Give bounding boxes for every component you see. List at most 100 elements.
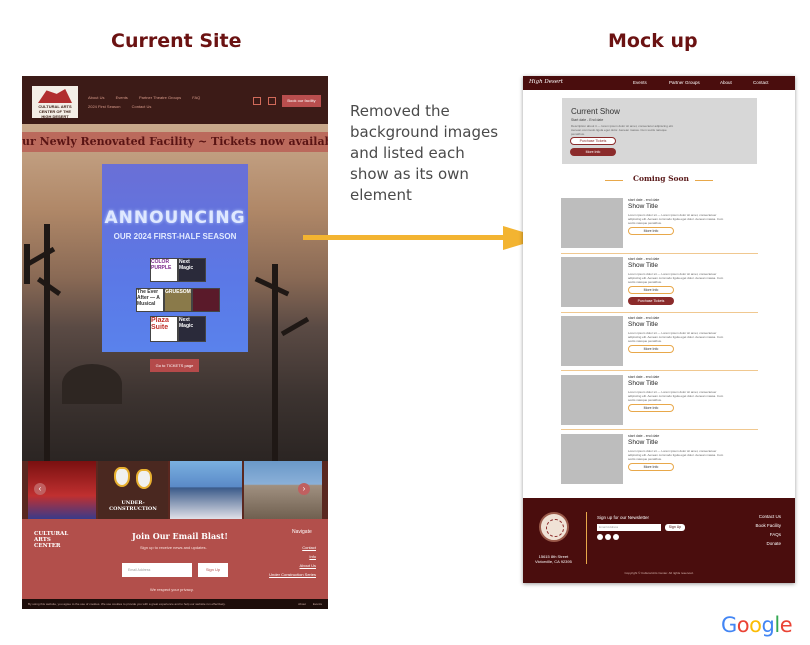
show-title: Show Title xyxy=(628,203,658,210)
season-poster[interactable]: ANNOUNCING OUR 2024 FIRST-HALF SEASON CO… xyxy=(102,164,248,352)
book-facility-button[interactable]: Book our facility xyxy=(282,95,321,107)
divider xyxy=(695,180,713,181)
gallery-caption: UNDER-CONSTRUCTION xyxy=(109,500,157,512)
show-title: Show Title xyxy=(628,439,658,446)
mock-brand[interactable]: High Desert xyxy=(529,79,563,85)
cookie-text: By using this website, you agree to the … xyxy=(28,602,226,606)
footer-link[interactable]: Contact Us xyxy=(759,514,781,519)
footer-navigate-heading: Navigate xyxy=(292,529,312,535)
current-site-heading: Current Site xyxy=(111,30,242,52)
gallery-building-image[interactable] xyxy=(244,461,322,519)
newsletter-email-input[interactable]: Email Address xyxy=(597,524,661,531)
mockup-heading: Mock up xyxy=(608,30,698,52)
current-nav-links: About Us Events Partner Theatre Groups F… xyxy=(88,93,210,111)
show-desc: Lorem ipsum dolor sit — Lorem ipsum dolo… xyxy=(628,449,724,461)
cookie-bar: By using this website, you agree to the … xyxy=(22,599,328,609)
show-title: Show Title xyxy=(628,321,658,328)
show-image-placeholder xyxy=(561,198,623,248)
logo-roof-icon xyxy=(38,89,72,103)
show-date: start date - end date xyxy=(628,198,660,202)
current-nav-link[interactable]: FAQ xyxy=(192,95,200,100)
poster-title: ANNOUNCING xyxy=(104,208,246,228)
bottom-link[interactable]: About xyxy=(298,599,306,609)
show-image-placeholder xyxy=(561,316,623,366)
facebook-icon[interactable] xyxy=(253,97,261,105)
email-blast-title: Join Our Email Blast! xyxy=(132,531,228,541)
poster-show-thumb: Plaza Suite xyxy=(150,316,178,342)
current-footer: CULTURAL ARTS CENTER Join Our Email Blas… xyxy=(22,519,328,599)
footer-logo: CULTURAL ARTS CENTER xyxy=(34,531,69,549)
sign-up-button[interactable]: Sign Up xyxy=(198,563,228,577)
arrow-right-icon xyxy=(303,226,543,250)
google-logo: Google xyxy=(721,613,793,637)
gallery-masks-tile[interactable]: UNDER-CONSTRUCTION xyxy=(98,461,168,519)
more-info-button[interactable]: More Info xyxy=(628,227,674,235)
privacy-note: We respect your privacy. xyxy=(150,587,194,592)
current-nav-link[interactable]: 2024 First Season xyxy=(88,104,120,109)
current-nav-link[interactable]: Contact Us xyxy=(132,104,152,109)
mock-footer: 15615 8th Street Victorville, CA 92395 S… xyxy=(523,498,795,583)
carousel-prev-icon[interactable]: ‹ xyxy=(34,483,46,495)
comedy-mask-icon xyxy=(114,467,130,487)
poster-show-thumb: COLOR PURPLE xyxy=(150,258,178,282)
mock-nav-link[interactable]: About xyxy=(720,80,732,85)
facebook-icon[interactable] xyxy=(597,534,603,540)
footer-address: 15615 8th Street Victorville, CA 92395 xyxy=(535,554,572,564)
change-note: Removed the background images and listed… xyxy=(350,102,499,204)
poster-show-thumb xyxy=(192,288,220,312)
footer-link[interactable]: Book Facility xyxy=(755,523,781,528)
address-line: Victorville, CA 92395 xyxy=(535,559,572,564)
show-desc: Lorem ipsum dolor sit — Lorem ipsum dolo… xyxy=(628,213,724,225)
instagram-icon[interactable] xyxy=(605,534,611,540)
current-show-title: Current Show xyxy=(571,107,620,116)
more-info-button[interactable]: More Info xyxy=(570,148,616,156)
mock-nav-link[interactable]: Events xyxy=(633,80,647,85)
show-title: Show Title xyxy=(628,380,658,387)
show-date: start date - end date xyxy=(628,375,660,379)
carousel-next-icon[interactable]: › xyxy=(298,483,310,495)
coming-soon-heading: Coming Soon xyxy=(633,174,689,183)
show-date: start date - end date xyxy=(628,257,660,261)
more-info-button[interactable]: More Info xyxy=(628,404,674,412)
more-info-button[interactable]: More Info xyxy=(628,345,674,353)
footer-link[interactable]: Info xyxy=(309,554,316,559)
instagram-icon[interactable] xyxy=(268,97,276,105)
email-input[interactable]: Email Address xyxy=(122,563,192,577)
footer-link[interactable]: About Us xyxy=(300,563,316,568)
show-item: start date - end date Show Title Lorem i… xyxy=(561,432,758,486)
footer-divider xyxy=(586,512,587,564)
newsletter-signup-button[interactable]: Sign Up xyxy=(665,524,685,531)
footer-link[interactable]: FAQs xyxy=(770,532,781,537)
copyright: Copyright © Cultural Arts Center. All ri… xyxy=(624,571,694,575)
newsletter-label: Sign up for our Newsletter xyxy=(597,515,650,520)
tragedy-mask-icon xyxy=(136,469,152,489)
show-desc: Lorem ipsum dolor sit — Lorem ipsum dolo… xyxy=(628,331,724,343)
purchase-tickets-button[interactable]: Purchase Tickets xyxy=(628,297,674,305)
footer-link[interactable]: Donate xyxy=(766,541,781,546)
tickets-page-button[interactable]: Go to TICKETS page xyxy=(150,359,199,372)
social-icon[interactable] xyxy=(613,534,619,540)
footer-link[interactable]: Contact xyxy=(302,545,316,550)
show-item: start date - end date Show Title Lorem i… xyxy=(561,314,758,368)
separator xyxy=(561,429,758,430)
bottom-link[interactable]: Events xyxy=(313,599,322,609)
current-nav-bar: CULTURAL ARTS CENTER OF THE HIGH DESERT … xyxy=(22,76,328,124)
mock-nav-link[interactable]: Partner Groups xyxy=(669,80,700,85)
current-nav-link[interactable]: Partner Theatre Groups xyxy=(139,95,181,100)
show-item: start date - end date Show Title Lorem i… xyxy=(561,373,758,427)
mock-nav-bar: High Desert Events Partner Groups About … xyxy=(523,76,795,90)
gallery-building-image[interactable] xyxy=(170,461,242,519)
announcement-ticker: ur Newly Renovated Facility ~ Tickets no… xyxy=(22,132,328,152)
mock-nav-link[interactable]: Contact xyxy=(753,80,769,85)
footer-link[interactable]: Under Construction Series xyxy=(269,572,316,577)
more-info-button[interactable]: More Info xyxy=(628,463,674,471)
show-image-placeholder xyxy=(561,434,623,484)
current-logo[interactable]: CULTURAL ARTS CENTER OF THE HIGH DESERT xyxy=(32,86,78,119)
current-nav-link[interactable]: Events xyxy=(116,95,128,100)
purchase-tickets-button[interactable]: Purchase Tickets xyxy=(570,137,616,145)
more-info-button[interactable]: More Info xyxy=(628,286,674,294)
current-nav-link[interactable]: About Us xyxy=(88,95,104,100)
logo-text: CULTURAL ARTS CENTER OF THE HIGH DESERT xyxy=(38,104,72,119)
separator xyxy=(561,370,758,371)
poster-show-thumb: Next Magic xyxy=(178,258,206,282)
